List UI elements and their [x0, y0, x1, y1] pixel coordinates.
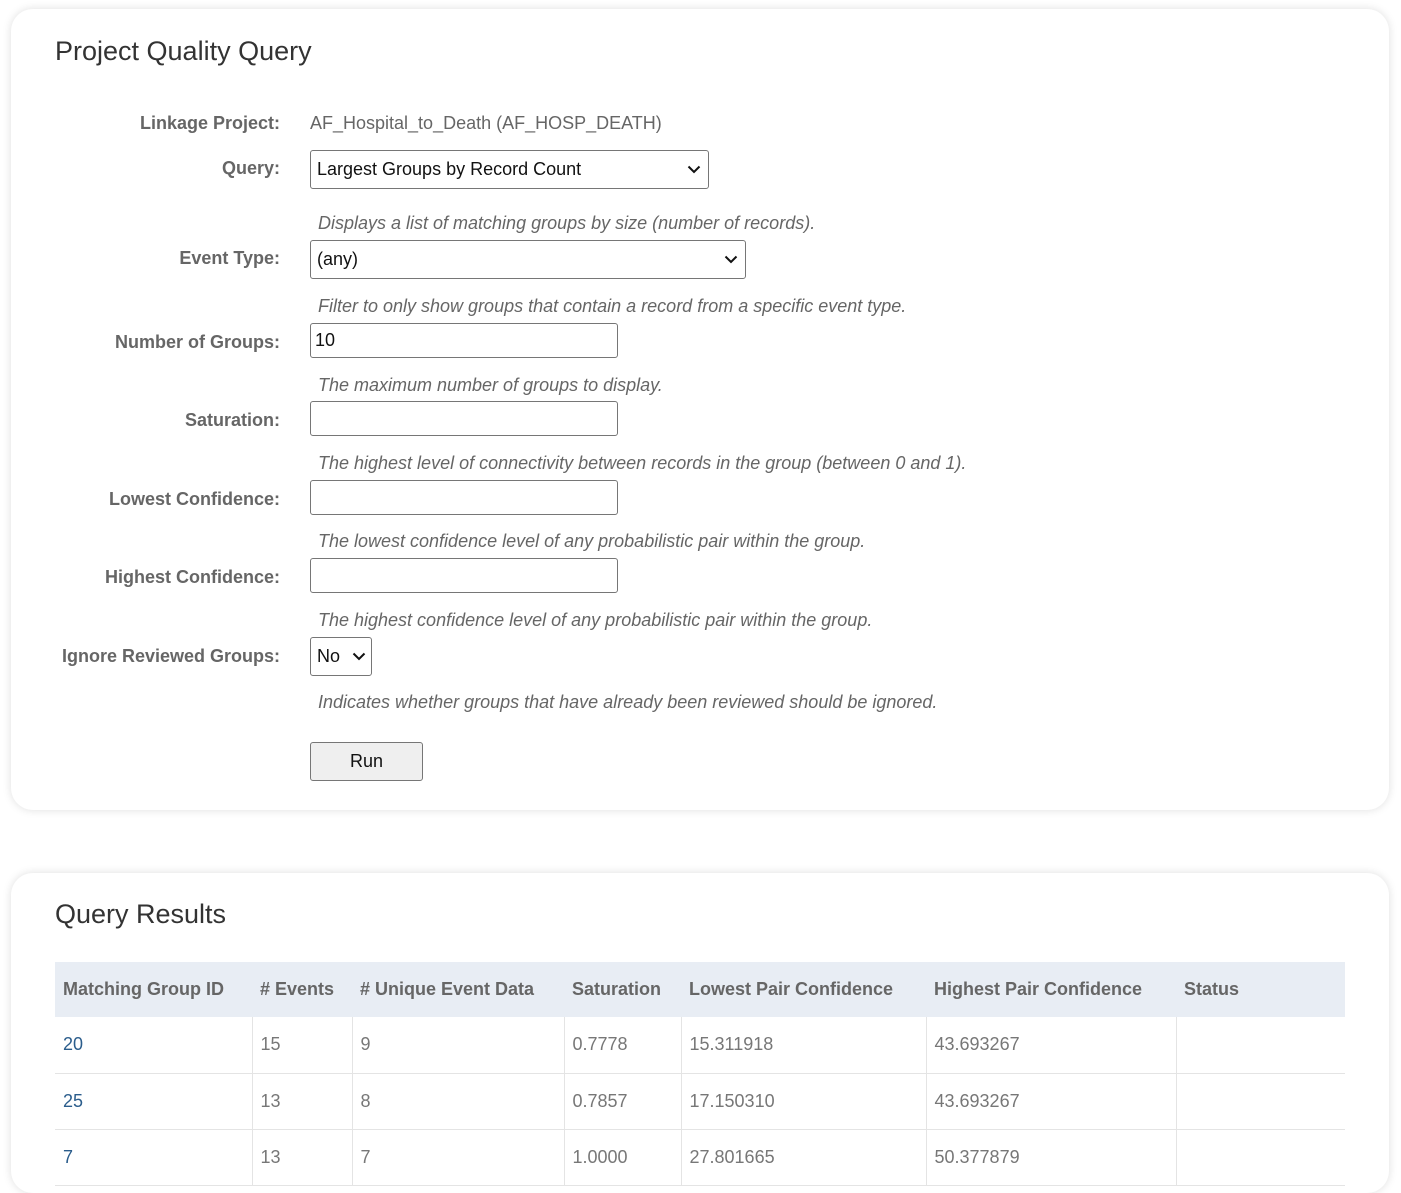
highest-pair-confidence-cell: 50.377879: [926, 1129, 1177, 1186]
saturation-input[interactable]: [310, 401, 618, 436]
number-of-groups-label: Number of Groups:: [115, 332, 280, 352]
group-id-cell: 7: [55, 1129, 253, 1186]
saturation-hint: The highest level of connectivity betwee…: [318, 453, 967, 473]
linkage-project-value: AF_Hospital_to_Death (AF_HOSP_DEATH): [310, 113, 662, 133]
run-button[interactable]: Run: [310, 742, 423, 781]
highest-pair-confidence-cell: 43.693267: [926, 1017, 1177, 1074]
saturation-cell: 1.0000: [564, 1129, 682, 1186]
highest-confidence-input[interactable]: [310, 558, 618, 593]
unique-event-data-cell: 9: [352, 1017, 565, 1074]
group-id-link[interactable]: 25: [63, 1091, 83, 1111]
lowest-pair-confidence-cell: 17.150310: [681, 1073, 927, 1130]
unique-event-data-cell: 8: [352, 1073, 565, 1130]
lowest-confidence-hint: The lowest confidence level of any proba…: [318, 531, 866, 551]
event-type-label: Event Type:: [179, 248, 280, 268]
status-cell: [1176, 1073, 1345, 1130]
results-panel: Query Results Matching Group ID # Events…: [11, 873, 1389, 1193]
column-header-unique-event-data[interactable]: # Unique Event Data: [352, 962, 564, 1017]
query-hint: Displays a list of matching groups by si…: [318, 213, 816, 233]
number-of-groups-input[interactable]: [310, 323, 618, 358]
highest-confidence-label: Highest Confidence:: [104, 567, 280, 587]
number-of-groups-hint: The maximum number of groups to display.: [318, 375, 663, 395]
highest-pair-confidence-cell: 43.693267: [926, 1073, 1177, 1130]
lowest-confidence-input[interactable]: [310, 480, 618, 515]
chevron-down-icon: [723, 241, 739, 278]
chevron-down-icon: [351, 638, 367, 675]
saturation-label: Saturation:: [184, 410, 280, 430]
event-type-select-value: (any): [317, 249, 359, 269]
unique-event-data-cell: 7: [352, 1129, 565, 1186]
table-row: 25 13 8 0.7857 17.150310 43.693267: [55, 1073, 1345, 1130]
highest-confidence-hint: The highest confidence level of any prob…: [318, 610, 873, 630]
event-type-select[interactable]: (any): [310, 240, 746, 279]
table-row: 20 15 9 0.7778 15.311918 43.693267: [55, 1017, 1345, 1074]
chevron-down-icon: [686, 151, 702, 188]
query-panel-title: Project Quality Query: [55, 36, 312, 66]
saturation-cell: 0.7857: [564, 1073, 682, 1130]
lowest-pair-confidence-cell: 15.311918: [681, 1017, 927, 1074]
saturation-cell: 0.7778: [564, 1017, 682, 1074]
column-header-saturation[interactable]: Saturation: [564, 962, 681, 1017]
column-header-group-id[interactable]: Matching Group ID: [55, 962, 252, 1017]
group-id-link[interactable]: 20: [63, 1034, 83, 1054]
results-header-row: Matching Group ID # Events # Unique Even…: [55, 962, 1345, 1017]
ignore-reviewed-select[interactable]: No: [310, 637, 372, 676]
events-cell: 13: [252, 1129, 353, 1186]
status-cell: [1176, 1017, 1345, 1074]
group-id-link[interactable]: 7: [63, 1147, 73, 1167]
linkage-project-label: Linkage Project:: [139, 113, 280, 133]
table-row: 7 13 7 1.0000 27.801665 50.377879: [55, 1129, 1345, 1186]
results-table: Matching Group ID # Events # Unique Even…: [55, 962, 1345, 1186]
results-panel-title: Query Results: [55, 899, 227, 929]
events-cell: 13: [252, 1073, 353, 1130]
column-header-events[interactable]: # Events: [252, 962, 352, 1017]
column-header-highest-pair-confidence[interactable]: Highest Pair Confidence: [926, 962, 1176, 1017]
lowest-confidence-label: Lowest Confidence:: [108, 489, 280, 509]
status-cell: [1176, 1129, 1345, 1186]
ignore-reviewed-select-value: No: [317, 646, 341, 666]
event-type-hint: Filter to only show groups that contain …: [318, 296, 907, 316]
ignore-reviewed-hint: Indicates whether groups that have alrea…: [318, 692, 938, 712]
query-panel: Project Quality Query Linkage Project: A…: [11, 9, 1389, 810]
lowest-pair-confidence-cell: 27.801665: [681, 1129, 927, 1186]
group-id-cell: 20: [55, 1017, 253, 1074]
query-label: Query:: [221, 158, 280, 178]
column-header-lowest-pair-confidence[interactable]: Lowest Pair Confidence: [681, 962, 926, 1017]
column-header-status[interactable]: Status: [1176, 962, 1345, 1017]
ignore-reviewed-label: Ignore Reviewed Groups:: [61, 646, 280, 666]
group-id-cell: 25: [55, 1073, 253, 1130]
query-select[interactable]: Largest Groups by Record Count: [310, 150, 709, 189]
events-cell: 15: [252, 1017, 353, 1074]
query-select-value: Largest Groups by Record Count: [317, 159, 582, 179]
